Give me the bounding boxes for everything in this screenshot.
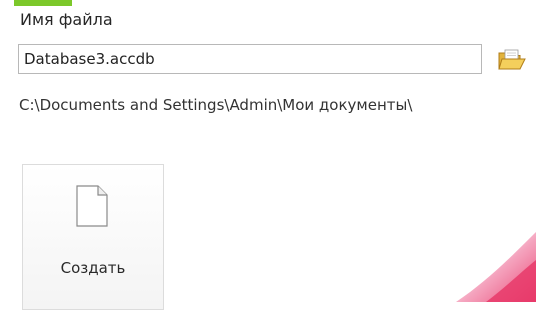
create-button[interactable]: Создать <box>22 164 164 310</box>
blank-document-icon <box>75 185 109 227</box>
browse-folder-button[interactable] <box>497 47 527 73</box>
save-path: C:\Documents and Settings\Admin\Мои доку… <box>19 96 413 114</box>
create-label: Создать <box>60 259 126 277</box>
filename-label: Имя файла <box>20 10 113 29</box>
filename-input[interactable] <box>18 44 482 74</box>
open-folder-icon <box>498 49 526 70</box>
decorative-swoosh <box>416 212 536 302</box>
accent-tab <box>14 0 72 6</box>
